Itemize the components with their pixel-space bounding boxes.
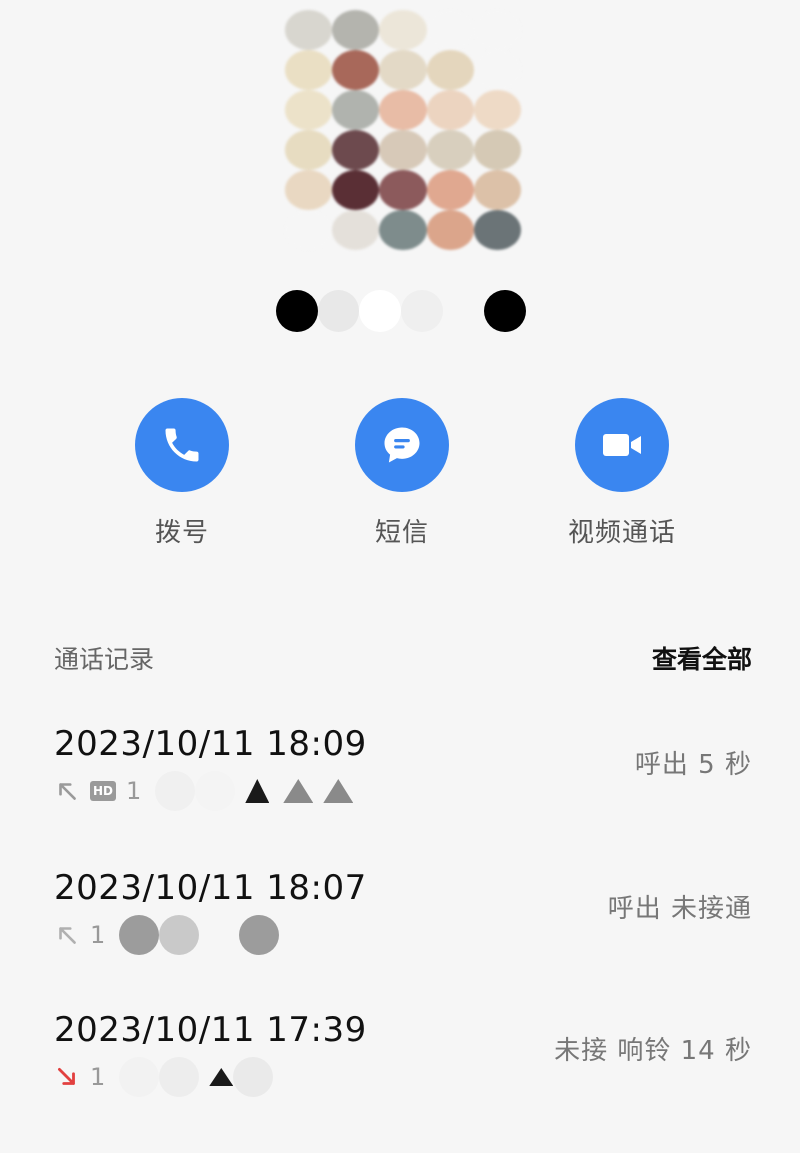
avatar-pixel (379, 90, 427, 130)
phone-number-prefix: 1 (126, 777, 142, 805)
avatar-pixel (332, 130, 380, 170)
phone-icon (165, 428, 199, 462)
call-button[interactable] (135, 398, 229, 492)
name-mask-blot (442, 290, 485, 332)
name-mask-blot (276, 290, 318, 332)
avatar-pixel (379, 50, 427, 90)
outgoing-call-icon (59, 927, 76, 944)
phone-number-prefix: 1 (90, 921, 106, 949)
avatar-pixel (426, 210, 474, 250)
avatar-pixel (379, 10, 427, 50)
message-button[interactable] (355, 398, 449, 492)
phone-number-mask (119, 1057, 274, 1097)
call-subline: HD 1 (54, 771, 354, 811)
avatar-pixel (379, 130, 427, 170)
video-call-button[interactable] (575, 398, 669, 492)
name-mask-blot (359, 290, 402, 332)
call-time: 2023/10/11 17:39 (54, 1010, 367, 1050)
message-action[interactable]: 短信 (312, 398, 492, 549)
avatar-pixel (473, 130, 521, 170)
view-all-link[interactable]: 查看全部 (652, 640, 752, 676)
phone-number-mask (155, 771, 354, 811)
avatar-pixel (332, 10, 380, 50)
video-camera-icon (603, 434, 641, 456)
call-log-title: 通话记录 (54, 645, 155, 674)
avatar-pixel (426, 130, 474, 170)
call-action[interactable]: 拨号 (92, 398, 272, 549)
avatar-pixel (285, 130, 333, 170)
call-log-header: 通话记录 查看全部 (54, 640, 752, 676)
hd-badge-icon: HD (90, 781, 116, 801)
avatar-pixel (379, 170, 427, 210)
phone-number-prefix: 1 (90, 1063, 106, 1091)
avatar-pixel (426, 10, 474, 50)
avatar-pixel (473, 210, 521, 250)
avatar-pixel (332, 170, 380, 210)
call-time: 2023/10/11 18:07 (54, 868, 367, 908)
call-subline: 1 (54, 1057, 274, 1097)
avatar-pixel (332, 90, 380, 130)
name-mask-blot (317, 290, 360, 332)
call-label: 拨号 (154, 518, 209, 548)
call-log-row[interactable]: 2023/10/11 18:09 HD 1 呼出 5 秒 (54, 724, 752, 824)
avatar-pixel (285, 210, 333, 250)
video-call-label: 视频通话 (567, 518, 676, 548)
call-log-row[interactable]: 2023/10/11 17:39 1 未接 响铃 14 秒 (54, 1010, 752, 1110)
avatar-pixel (473, 10, 521, 50)
avatar-pixel (332, 50, 380, 90)
avatar-pixel (285, 170, 333, 210)
avatar-pixel (426, 50, 474, 90)
contact-avatar[interactable] (285, 10, 521, 250)
avatar-pixel (285, 90, 333, 130)
avatar-pixel (285, 50, 333, 90)
avatar-pixel (426, 170, 474, 210)
call-subline: 1 (54, 915, 280, 955)
message-label: 短信 (374, 518, 429, 548)
call-status: 未接 响铃 14 秒 (554, 1036, 752, 1066)
call-status: 呼出 5 秒 (634, 750, 752, 780)
call-status: 呼出 未接通 (607, 894, 752, 924)
avatar-pixel (473, 50, 521, 90)
avatar-pixel (379, 210, 427, 250)
video-call-action[interactable]: 视频通话 (532, 398, 712, 549)
avatar-pixel (285, 10, 333, 50)
name-mask-blot (484, 290, 527, 332)
contact-detail-screen: 拨号 短信 视频通话 通话记录 查看全部 2023/10/11 18:09 HD… (0, 0, 800, 1153)
call-log-row[interactable]: 2023/10/11 18:07 1 呼出 未接通 (54, 868, 752, 968)
avatar-pixel (473, 170, 521, 210)
avatar-pixel (332, 210, 380, 250)
call-time: 2023/10/11 18:09 (54, 724, 367, 764)
missed-call-icon (58, 1068, 75, 1085)
avatar-pixel (426, 90, 474, 130)
outgoing-call-icon (59, 783, 76, 800)
message-icon (384, 427, 420, 463)
contact-name-obscured (276, 287, 527, 335)
avatar-pixel (473, 90, 521, 130)
name-mask-blot (401, 290, 443, 332)
action-bar: 拨号 短信 视频通话 (0, 398, 800, 558)
phone-number-mask (119, 915, 280, 955)
